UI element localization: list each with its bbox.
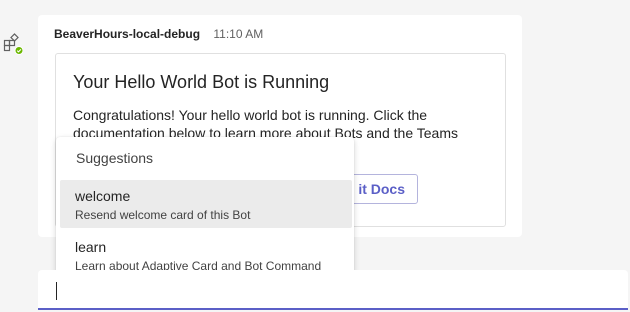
suggestions-title: Suggestions bbox=[76, 150, 154, 166]
bot-avatar[interactable] bbox=[3, 33, 24, 55]
text-caret bbox=[56, 282, 57, 300]
suggestion-command: welcome bbox=[75, 188, 131, 204]
suggestions-popup: Suggestions welcome Resend welcome card … bbox=[56, 137, 354, 281]
suggestion-command: learn bbox=[75, 239, 107, 255]
message-header: BeaverHours-local-debug 11:10 AM bbox=[54, 27, 263, 41]
sender-name[interactable]: BeaverHours-local-debug bbox=[54, 27, 200, 41]
suggestion-item-welcome[interactable]: welcome Resend welcome card of this Bot bbox=[60, 180, 352, 228]
compose-box[interactable] bbox=[38, 270, 628, 310]
suggestion-description: Resend welcome card of this Bot bbox=[75, 208, 251, 222]
card-title: Your Hello World Bot is Running bbox=[73, 72, 330, 92]
message-timestamp: 11:10 AM bbox=[213, 27, 264, 41]
apps-grid-icon bbox=[3, 33, 24, 55]
available-check-icon bbox=[14, 46, 24, 55]
